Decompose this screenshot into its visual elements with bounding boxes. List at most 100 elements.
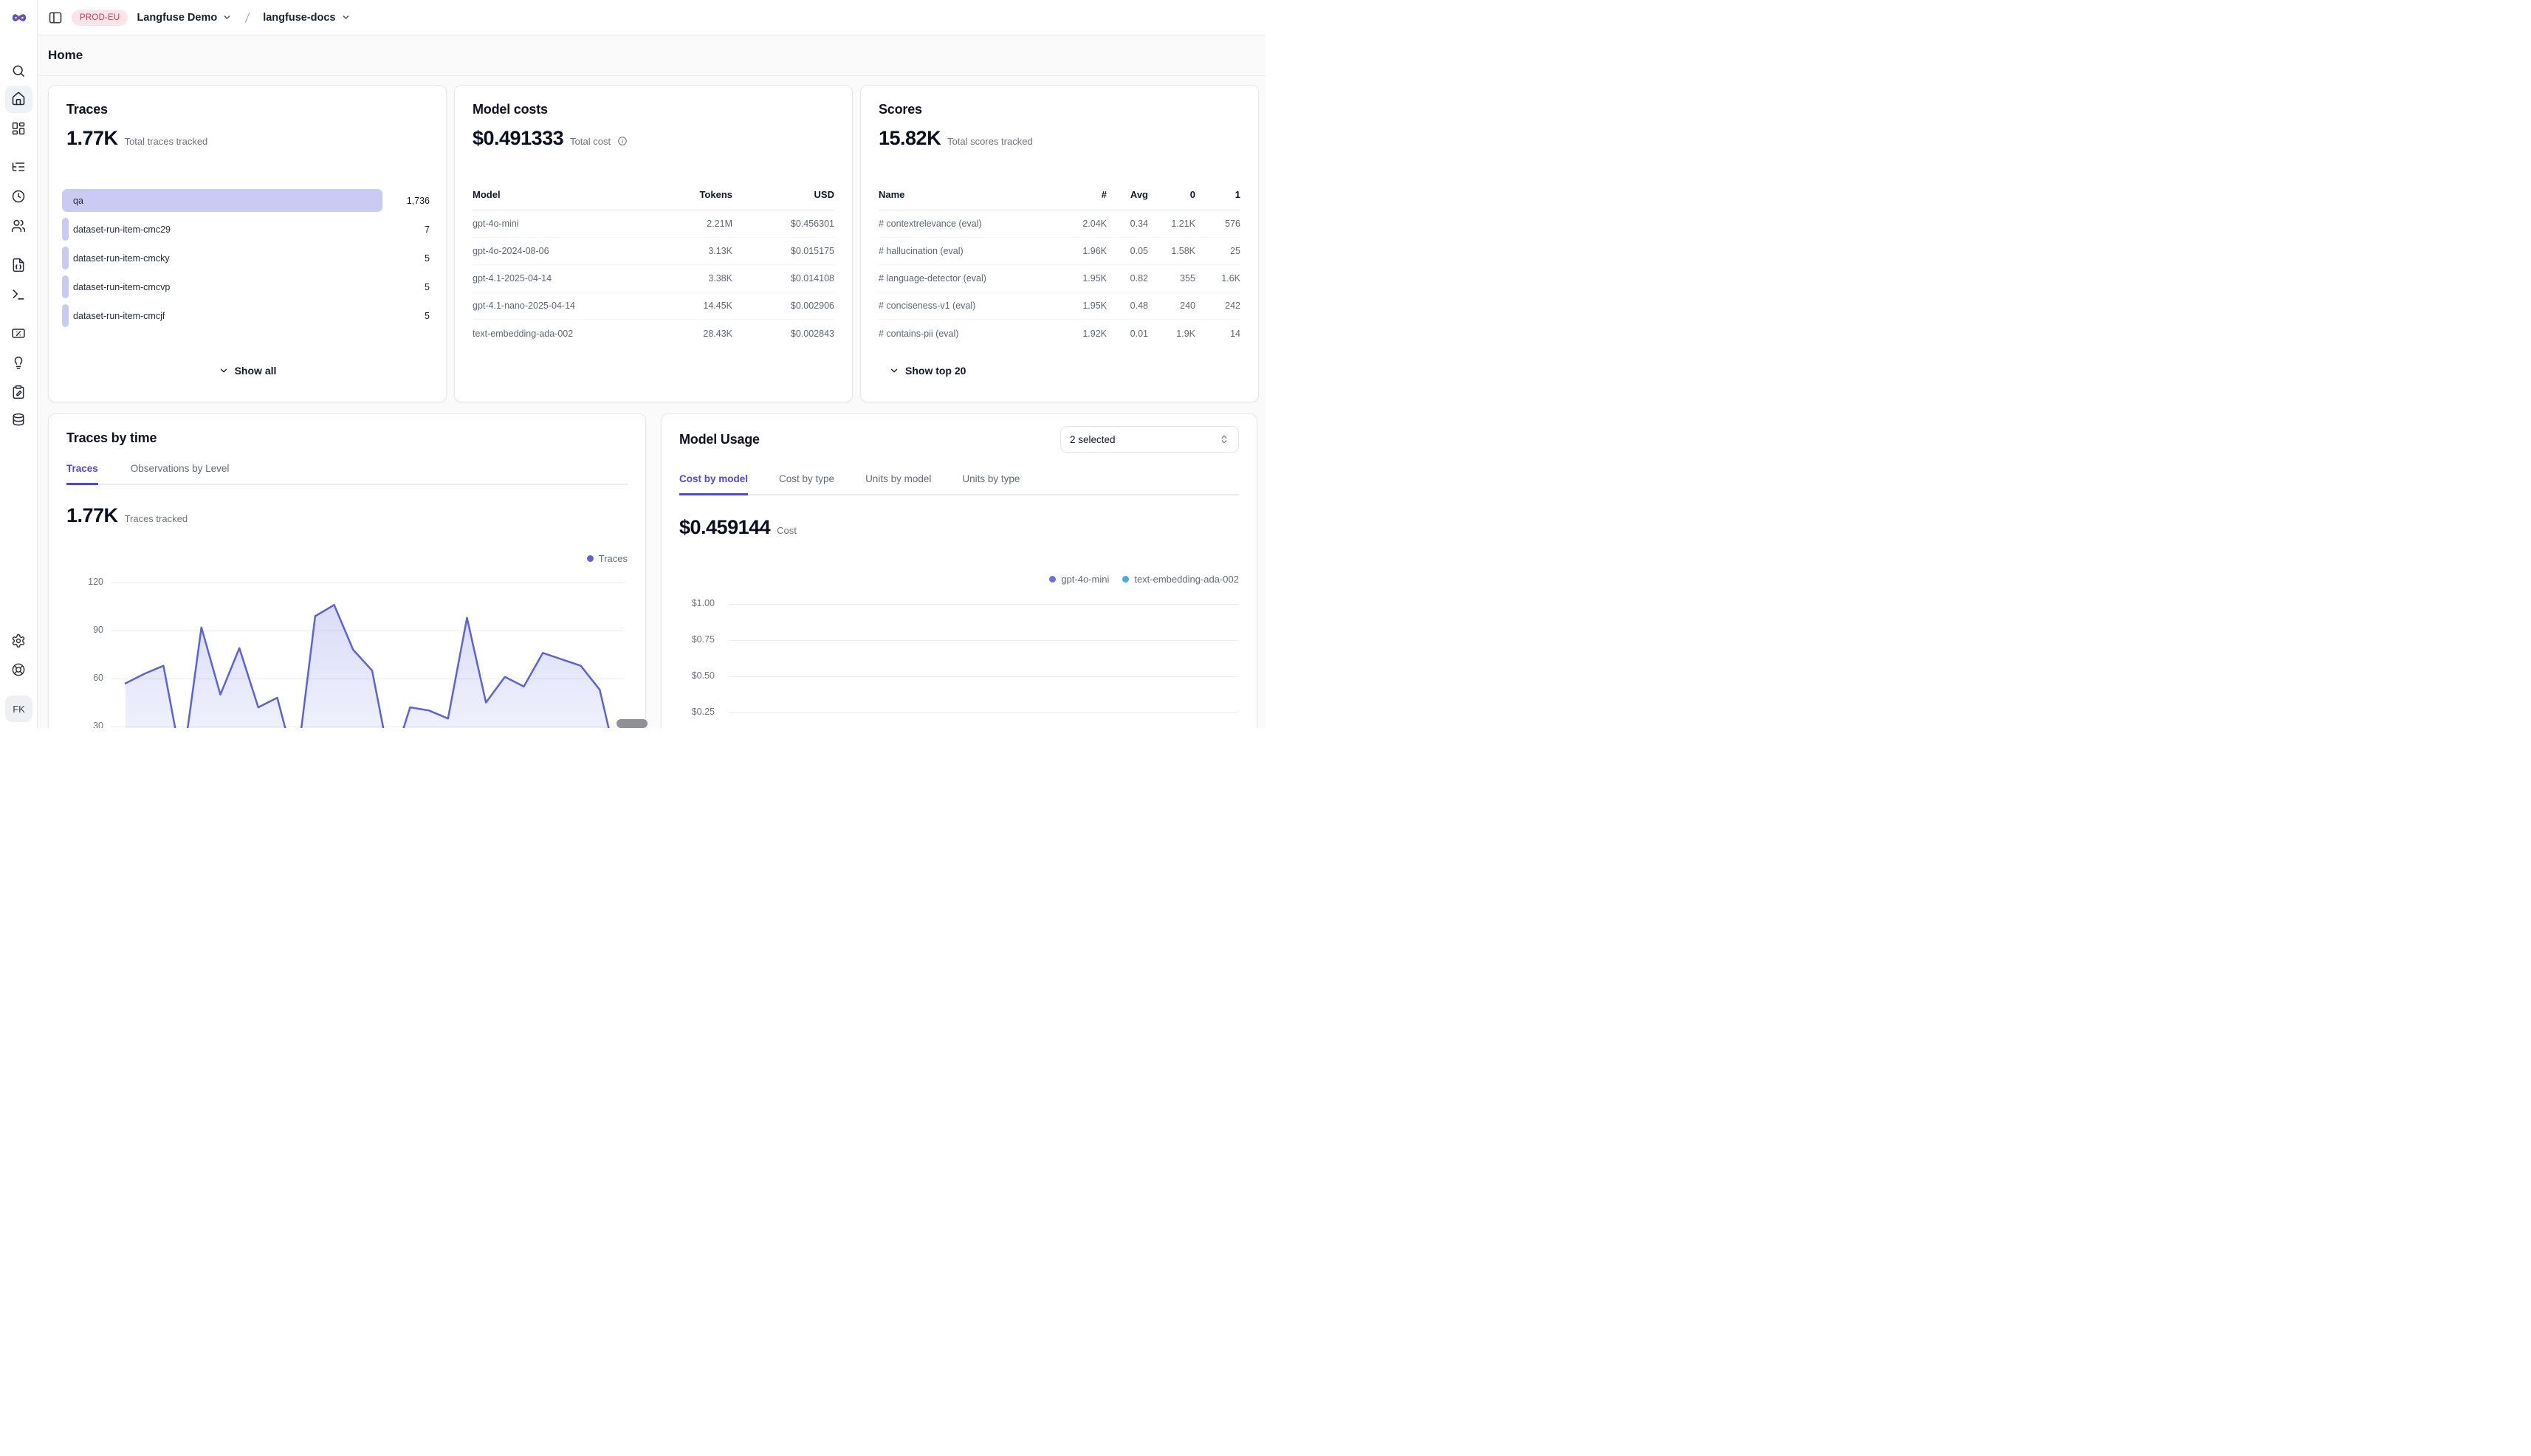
y-axis-tick: 120 [66, 577, 103, 587]
terminal-icon [11, 287, 26, 302]
project-name: langfuse-docs [263, 12, 335, 24]
dashboard-grid-icon [11, 121, 26, 136]
card-title: Model costs [473, 102, 548, 117]
panel-left-icon [48, 10, 63, 25]
list-item: dataset-run-item-cmcky 5 [62, 247, 433, 269]
main-content: Home Traces 1.77K Total traces tracked q… [38, 35, 1266, 728]
database-icon [11, 413, 26, 427]
sidebar-item-users[interactable] [11, 219, 26, 233]
y-axis-tick: $1.00 [676, 598, 715, 608]
tab-observations-by-level[interactable]: Observations by Level [131, 463, 230, 485]
traces-by-time-chart: 120906030 [49, 562, 645, 728]
sidebar-item-llm-as-a-judge[interactable] [11, 355, 26, 370]
bar [62, 275, 69, 298]
bar-value: 7 [425, 224, 430, 235]
table-row: gpt-4.1-nano-2025-04-1414.45K$0.002906 [473, 292, 834, 320]
sidebar-item-support[interactable] [11, 662, 26, 677]
sidebar-item-datasets[interactable] [11, 413, 26, 427]
y-axis-tick: $0.50 [676, 670, 715, 681]
sidebar: FK [0, 0, 38, 728]
show-top-20-button[interactable]: Show top 20 [889, 365, 966, 377]
scores-table: Name # Avg 0 1 # contextrelevance (eval)… [879, 189, 1240, 347]
info-icon[interactable] [617, 136, 628, 146]
col-count: # [1062, 189, 1107, 200]
tab-units-by-model[interactable]: Units by model [865, 473, 931, 495]
gear-icon [11, 633, 26, 648]
sidebar-item-playground[interactable] [11, 287, 26, 302]
bar [62, 304, 69, 327]
users-icon [11, 219, 26, 233]
legend-label: gpt-4o-mini [1061, 574, 1109, 585]
traces-card: Traces 1.77K Total traces tracked qa 1,7… [48, 85, 447, 402]
table-row: gpt-4o-mini2.21M$0.456301 [473, 210, 834, 238]
gridline [729, 640, 1237, 641]
model-costs-table: Model Tokens USD gpt-4o-mini2.21M$0.4563… [473, 189, 834, 347]
legend-dot-gpt-4o-mini [1049, 576, 1056, 583]
tab-cost-by-type[interactable]: Cost by type [779, 473, 834, 495]
tab-cost-by-model[interactable]: Cost by model [679, 473, 748, 495]
file-json-icon [11, 258, 26, 272]
y-axis-tick: $0.75 [676, 634, 715, 645]
horizontal-scrollbar-thumb[interactable] [617, 719, 648, 728]
sidebar-item-prompts[interactable] [11, 258, 26, 272]
lightbulb-icon [11, 355, 26, 370]
table-row: # conciseness-v1 (eval)1.95K0.48240242 [879, 292, 1240, 320]
bar-value: 1,736 [407, 196, 430, 206]
org-name: Langfuse Demo [137, 12, 217, 24]
show-top-20-label: Show top 20 [905, 365, 966, 377]
list-item: qa 1,736 [62, 189, 433, 212]
tab-units-by-type[interactable]: Units by type [962, 473, 1020, 495]
traces-bar-list: qa 1,736 dataset-run-item-cmc29 7 datase… [62, 189, 433, 333]
sidebar-item-tracing[interactable] [11, 159, 26, 174]
model-usage-tabs: Cost by model Cost by type Units by mode… [679, 473, 1239, 495]
cost-metric: $0.459144 [679, 516, 770, 539]
cost-metric-label: Cost [777, 525, 797, 536]
traces-total: 1.77K [66, 127, 118, 150]
table-row: # contextrelevance (eval)2.04K0.341.21K5… [879, 210, 1240, 238]
sidebar-toggle-button[interactable] [48, 10, 63, 25]
legend-label: text-embedding-ada-002 [1134, 574, 1239, 585]
org-switcher[interactable]: Langfuse Demo [137, 12, 232, 24]
model-select-value: 2 selected [1070, 434, 1116, 445]
sidebar-item-sessions[interactable] [11, 189, 26, 204]
legend-dot-traces [587, 555, 594, 562]
tab-traces[interactable]: Traces [66, 463, 98, 485]
list-item: dataset-run-item-cmc29 7 [62, 218, 433, 241]
model-costs-card: Model costs $0.491333 Total cost Model T… [454, 85, 853, 402]
life-buoy-icon [11, 662, 26, 677]
percent-square-icon [11, 326, 26, 340]
sidebar-item-search[interactable] [11, 63, 26, 78]
card-title: Model Usage [679, 432, 760, 447]
sidebar-item-settings[interactable] [11, 633, 26, 648]
sidebar-item-dashboards[interactable] [11, 121, 26, 136]
traces-by-time-tabs: Traces Observations by Level [66, 463, 628, 485]
langfuse-logo-icon[interactable] [10, 8, 29, 27]
user-avatar[interactable]: FK [5, 696, 32, 722]
total-cost-label: Total cost [570, 136, 611, 147]
col-zero: 0 [1148, 189, 1195, 200]
scores-total-label: Total scores tracked [947, 136, 1033, 147]
col-one: 1 [1195, 189, 1240, 200]
topbar: PROD-EU Langfuse Demo langfuse-docs [38, 0, 1266, 35]
sidebar-item-home[interactable] [11, 92, 26, 106]
col-avg: Avg [1107, 189, 1148, 200]
sidebar-item-evaluation[interactable] [11, 326, 26, 340]
total-cost: $0.491333 [473, 127, 563, 150]
y-axis-tick: 60 [66, 673, 103, 683]
show-all-button[interactable]: Show all [49, 365, 446, 377]
chevrons-up-down-icon [1219, 434, 1229, 444]
environment-badge: PROD-EU [72, 10, 128, 26]
list-tree-icon [11, 159, 26, 174]
model-select-dropdown[interactable]: 2 selected [1060, 426, 1239, 453]
y-axis-tick: $0.25 [676, 707, 715, 717]
table-row: text-embedding-ada-00228.43K$0.002843 [473, 320, 834, 347]
breadcrumb-separator-icon [241, 10, 254, 26]
bar-label: qa [73, 196, 83, 206]
project-switcher[interactable]: langfuse-docs [263, 12, 350, 24]
table-header: Name # Avg 0 1 [879, 189, 1240, 210]
bar [62, 218, 69, 241]
table-header: Model Tokens USD [473, 189, 834, 210]
sidebar-item-annotation[interactable] [11, 385, 26, 399]
traces-area-chart [111, 562, 625, 728]
table-row: # contains-pii (eval)1.92K0.011.9K14 [879, 320, 1240, 347]
